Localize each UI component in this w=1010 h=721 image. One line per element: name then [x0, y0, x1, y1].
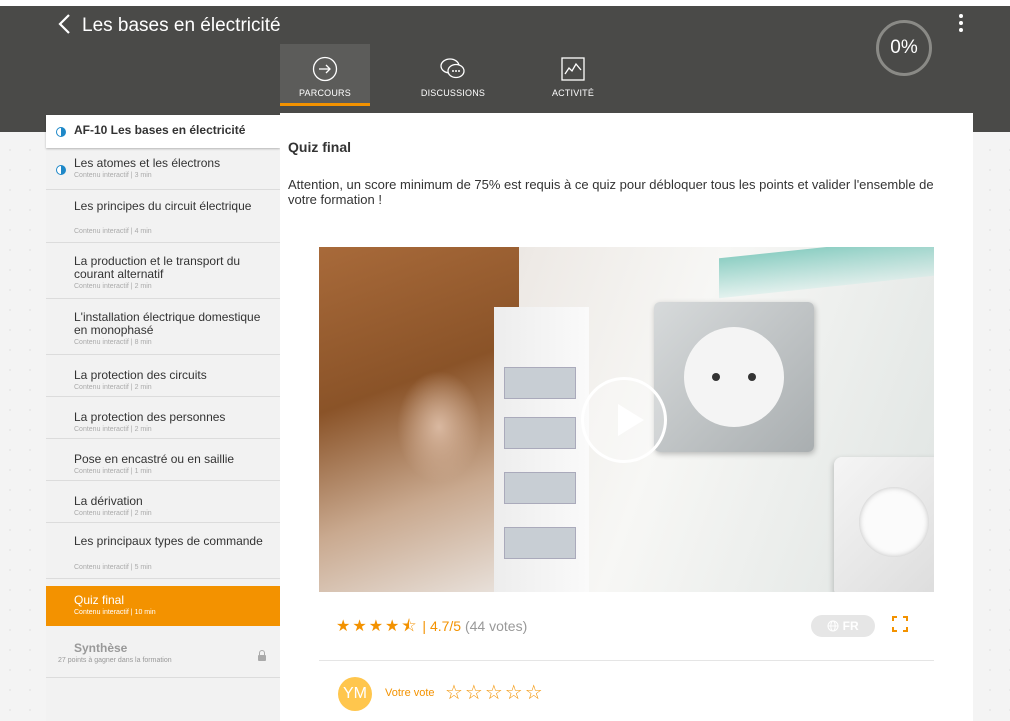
sidebar-item-commande[interactable]: Les principaux types de commande Contenu… — [46, 523, 280, 579]
sidebar-item-protection-circuits[interactable]: La protection des circuits Contenu inter… — [46, 355, 280, 397]
sidebar-item-label: Les atomes et les électrons — [74, 156, 221, 170]
sidebar-item-meta: Contenu interactif | 2 min — [74, 283, 152, 290]
fullscreen-icon[interactable] — [892, 616, 908, 632]
sidebar-item-protection-personnes[interactable]: La protection des personnes Contenu inte… — [46, 397, 280, 439]
language-selector[interactable]: FR — [811, 615, 875, 637]
video-thumbnail-socket — [654, 302, 814, 452]
more-menu-icon[interactable] — [954, 14, 968, 36]
sidebar-item-principes[interactable]: Les principes du circuit électrique Cont… — [46, 190, 280, 243]
sidebar-item-quiz-final[interactable]: Quiz final Contenu interactif | 10 min — [46, 586, 280, 626]
sidebar-item-meta: Contenu interactif | 2 min — [74, 510, 152, 517]
sidebar-item-production[interactable]: La production et le transport du courant… — [46, 243, 280, 299]
lock-icon — [258, 650, 266, 661]
divider — [319, 660, 934, 661]
page-title: Les bases en électricité — [82, 15, 281, 36]
sidebar-item-label: Quiz final — [74, 593, 125, 607]
sidebar-item-installation[interactable]: L'installation électrique domestique en … — [46, 299, 280, 355]
sidebar-item-meta: Contenu interactif | 2 min — [74, 384, 152, 391]
content-title: Quiz final — [288, 139, 351, 155]
sidebar-item-meta: Contenu interactif | 8 min — [74, 339, 152, 346]
avatar: YM — [338, 677, 372, 711]
rating-stars-icon: ★★★★⯪ — [336, 618, 419, 635]
sidebar-item-meta: 27 points à gagner dans la formation — [58, 657, 172, 664]
video-thumbnail-panel — [494, 307, 589, 592]
sidebar-header-title: AF-10 Les bases en électricité — [74, 123, 246, 137]
sidebar-item-label: La protection des circuits — [74, 368, 207, 382]
sidebar-item-meta: Contenu interactif | 5 min — [74, 564, 152, 571]
sidebar-item-meta: Contenu interactif | 3 min — [74, 172, 152, 179]
sidebar-item-label: La dérivation — [74, 494, 143, 508]
rating-score: | 4.7/5 — [422, 618, 462, 634]
sidebar-item-meta: Contenu interactif | 1 min — [74, 468, 152, 475]
activity-chart-icon — [528, 56, 618, 84]
sidebar-item-meta: Contenu interactif | 4 min — [74, 228, 152, 235]
tab-discussions[interactable]: DISCUSSIONS — [408, 44, 498, 106]
vote-stars-input[interactable]: ☆☆☆☆☆ — [445, 680, 545, 705]
content-description: Attention, un score minimum de 75% est r… — [288, 177, 934, 207]
sidebar-item-derivation[interactable]: La dérivation Contenu interactif | 2 min — [46, 481, 280, 523]
sidebar-item-label: La protection des personnes — [74, 410, 226, 424]
sidebar-item-label: Les principes du circuit électrique — [74, 199, 252, 213]
course-sidebar: AF-10 Les bases en électricité Les atome… — [46, 115, 280, 721]
video-thumbnail-shelf — [719, 247, 934, 299]
top-strip — [0, 0, 1010, 6]
sidebar-item-pose[interactable]: Pose en encastré ou en saillie Contenu i… — [46, 439, 280, 481]
video-thumbnail-switch — [834, 457, 934, 592]
sidebar-item-label: La production et le transport du courant… — [74, 254, 241, 281]
sidebar-header[interactable]: AF-10 Les bases en électricité — [46, 115, 280, 148]
chat-bubbles-icon — [408, 56, 498, 84]
tab-label: PARCOURS — [299, 88, 351, 98]
language-code: FR — [842, 619, 859, 633]
tab-activite[interactable]: ACTIVITÉ — [528, 44, 618, 106]
tab-parcours[interactable]: PARCOURS — [280, 44, 370, 106]
sidebar-item-atomes[interactable]: Les atomes et les électrons Contenu inte… — [46, 150, 280, 190]
video-thumbnail-person — [319, 247, 519, 592]
progress-dot-icon — [56, 127, 66, 137]
active-tab-indicator — [280, 103, 370, 106]
sidebar-item-label: L'installation électrique domestique en … — [74, 310, 261, 337]
sidebar-item-label: Synthèse — [74, 641, 128, 655]
sidebar-item-meta: Contenu interactif | 10 min — [74, 609, 156, 616]
back-chevron-icon[interactable] — [56, 12, 76, 40]
play-icon[interactable] — [581, 377, 667, 463]
vote-label: Votre vote — [385, 687, 435, 699]
sidebar-item-label: Les principaux types de commande — [74, 534, 263, 548]
progress-dot-icon — [56, 165, 66, 175]
progress-indicator: 0% — [876, 20, 932, 76]
sidebar-item-label: Pose en encastré ou en saillie — [74, 452, 235, 466]
rating-votes: (44 votes) — [464, 618, 528, 634]
content-panel: Quiz final Attention, un score minimum d… — [280, 113, 973, 721]
tab-label: DISCUSSIONS — [420, 88, 486, 98]
video-player[interactable] — [319, 247, 934, 592]
rating-summary: ★★★★⯪ | 4.7/5 (44 votes) — [336, 615, 527, 635]
sidebar-item-synthese[interactable]: Synthèse 27 points à gagner dans la form… — [46, 633, 280, 678]
arrow-right-circle-icon — [280, 56, 370, 84]
tab-label: ACTIVITÉ — [551, 88, 595, 98]
sidebar-item-meta: Contenu interactif | 2 min — [74, 426, 152, 433]
globe-icon — [827, 620, 839, 632]
